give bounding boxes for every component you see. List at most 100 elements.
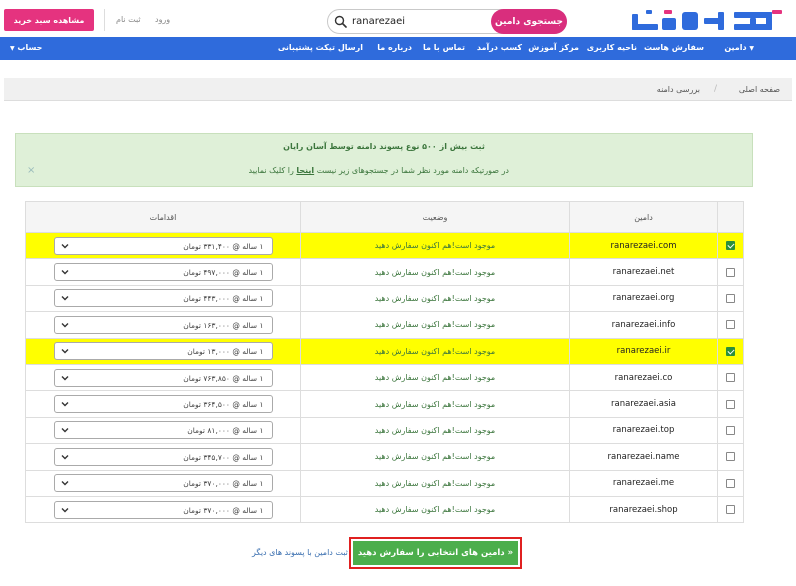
domain-search-input[interactable]: [352, 14, 488, 29]
domain-checkbox[interactable]: [726, 293, 735, 303]
nav-about[interactable]: درباره ما: [377, 43, 412, 52]
breadcrumb-current: بررسی دامنه: [656, 85, 700, 94]
period-price-select[interactable]: ۱ ساله @ ۷۶۳,۸۵۰ تومان: [53, 368, 273, 387]
row-actions-cell: ۱ ساله @ ۴۹۷,۰۰۰ تومان: [25, 258, 301, 286]
domain-checkbox[interactable]: [726, 399, 735, 409]
main-nav: دامین ▼ سفارش هاست ناحیه کاربری مرکز آمو…: [0, 37, 796, 60]
row-checkbox-cell: [717, 443, 744, 471]
row-domain-cell: ranarezaei.net: [569, 258, 718, 286]
nav-ticket[interactable]: ارسال تیکت پشتیبانی: [278, 43, 363, 52]
search-icon: [334, 15, 347, 28]
period-price-select[interactable]: ۱ ساله @ ۳۳۱,۴۰۰ تومان: [53, 236, 273, 255]
nav-contact[interactable]: تماس با ما: [423, 43, 465, 52]
header-checkbox: [717, 201, 744, 233]
table-row: ۱ ساله @ ۳۷۰,۰۰۰ تومان موجود است!هم اکنون…: [25, 495, 744, 524]
header-status: وضعیت: [300, 201, 570, 233]
site-header: جستجوی دامین ورود ثبت نام مشاهده سبد خری…: [0, 0, 796, 37]
period-price-select[interactable]: ۱ ساله @ ۳۶۴,۵۰۰ تومان: [53, 395, 273, 414]
site-logo[interactable]: [622, 6, 784, 32]
table-row: ۱ ساله @ ۳۳۱,۴۰۰ تومان موجود است!هم اکنون…: [25, 231, 744, 260]
row-checkbox-cell: [717, 390, 744, 418]
view-cart-button[interactable]: مشاهده سبد خرید: [4, 9, 94, 31]
order-selected-domains-button[interactable]: دامین های انتخابی را سفارش دهید »: [353, 541, 518, 565]
domain-checkbox[interactable]: [726, 241, 735, 251]
row-actions-cell: ۱ ساله @ ۳۶۴,۵۰۰ تومان: [25, 390, 301, 418]
row-actions-cell: ۱ ساله @ ۳۴۵,۷۰۰ تومان: [25, 443, 301, 471]
nav-account[interactable]: ▼ حساب: [10, 43, 42, 52]
row-status-cell: موجود است!هم اکنون سفارش دهید: [300, 416, 570, 445]
nav-user-area[interactable]: ناحیه کاربری: [587, 43, 637, 52]
period-price-select[interactable]: ۱ ساله @ ۳۷۰,۰۰۰ تومان: [53, 500, 273, 519]
breadcrumb-separator: /: [713, 84, 717, 94]
availability-status: موجود است!هم اکنون سفارش دهید: [374, 452, 496, 462]
period-price-value: ۱ ساله @ ۱۶۳,۰۰۰ تومان: [183, 320, 264, 330]
row-status-cell: موجود است!هم اکنون سفارش دهید: [300, 469, 570, 497]
domain-search-button[interactable]: جستجوی دامین: [491, 9, 567, 34]
period-price-select[interactable]: ۱ ساله @ ۱۳,۰۰۰ تومان: [53, 342, 273, 361]
period-price-value: ۱ ساله @ ۳۳۱,۴۰۰ تومان: [183, 241, 264, 251]
row-checkbox-cell: [717, 495, 744, 524]
period-price-value: ۱ ساله @ ۳۷۰,۰۰۰ تومان: [183, 479, 264, 489]
domain-name: ranarezaei.top: [612, 425, 675, 436]
domain-checkbox[interactable]: [726, 425, 735, 435]
row-actions-cell: ۱ ساله @ ۳۳۱,۴۰۰ تومان: [25, 231, 301, 260]
chevron-down-icon: [61, 243, 68, 249]
row-actions-cell: ۱ ساله @ ۸۱,۰۰۰ تومان: [25, 416, 301, 445]
domain-name: ranarezaei.shop: [609, 504, 678, 515]
period-price-value: ۱ ساله @ ۴۹۷,۰۰۰ تومان: [183, 268, 264, 278]
row-domain-cell: ranarezaei.co: [569, 363, 718, 392]
domain-name: ranarezaei.net: [612, 267, 675, 278]
domain-checkbox[interactable]: [726, 320, 735, 330]
row-domain-cell: ranarezaei.info: [569, 311, 718, 339]
period-price-select[interactable]: ۱ ساله @ ۱۶۳,۰۰۰ تومان: [53, 315, 273, 334]
domain-checkbox[interactable]: [726, 478, 735, 488]
chevron-down-icon: [61, 349, 68, 354]
login-link[interactable]: ورود: [155, 15, 170, 24]
availability-status: موجود است!هم اکنون سفارش دهید: [374, 293, 496, 303]
row-actions-cell: ۱ ساله @ ۳۷۰,۰۰۰ تومان: [25, 495, 301, 524]
row-status-cell: موجود است!هم اکنون سفارش دهید: [300, 363, 570, 392]
nav-training[interactable]: مرکز آموزش: [528, 43, 579, 52]
row-domain-cell: ranarezaei.shop: [569, 495, 718, 524]
other-extensions-link[interactable]: ثبت دامین با پسوند های دیگر: [252, 548, 348, 557]
domain-name: ranarezaei.ir: [616, 346, 671, 357]
period-price-select[interactable]: ۱ ساله @ ۴۹۷,۰۰۰ تومان: [53, 263, 273, 282]
domain-name: ranarezaei.me: [612, 478, 675, 489]
row-domain-cell: ranarezaei.com: [569, 231, 718, 260]
nav-earn[interactable]: کسب درآمد: [477, 43, 522, 52]
nav-domain[interactable]: دامین ▼: [724, 43, 754, 52]
availability-status: موجود است!هم اکنون سفارش دهید: [374, 505, 496, 515]
period-price-select[interactable]: ۱ ساله @ ۴۴۳,۰۰۰ تومان: [53, 289, 273, 308]
chevron-down-icon: [61, 507, 68, 513]
chevron-down-icon: [61, 322, 68, 328]
domain-checkbox[interactable]: [726, 505, 735, 515]
alert-here-link[interactable]: اینجا: [296, 166, 314, 175]
period-price-select[interactable]: ۱ ساله @ ۳۴۵,۷۰۰ تومان: [53, 447, 273, 466]
domain-checkbox[interactable]: [726, 452, 735, 462]
table-row: ۱ ساله @ ۱۶۳,۰۰۰ تومان موجود است!هم اکنون…: [25, 311, 744, 339]
table-row: ۱ ساله @ ۷۶۳,۸۵۰ تومان موجود است!هم اکنون…: [25, 363, 744, 392]
breadcrumb-home[interactable]: صفحه اصلی: [739, 85, 780, 94]
domain-checkbox[interactable]: [726, 346, 735, 356]
row-checkbox-cell: [717, 363, 744, 392]
period-price-value: ۱ ساله @ ۳۷۰,۰۰۰ تومان: [183, 505, 264, 515]
chevron-down-icon: [61, 454, 68, 460]
table-header-row: اقدامات وضعیت دامین: [25, 201, 744, 233]
row-status-cell: موجود است!هم اکنون سفارش دهید: [300, 443, 570, 471]
domain-name: ranarezaei.co: [614, 372, 673, 383]
period-price-select[interactable]: ۱ ساله @ ۸۱,۰۰۰ تومان: [53, 421, 273, 440]
domain-name: ranarezaei.info: [611, 319, 676, 330]
order-button-highlight: دامین های انتخابی را سفارش دهید »: [349, 537, 522, 569]
row-checkbox-cell: [717, 258, 744, 286]
chevron-down-icon: [61, 402, 68, 407]
row-checkbox-cell: [717, 311, 744, 339]
table-row: ۱ ساله @ ۸۱,۰۰۰ تومان موجود است!هم اکنون …: [25, 416, 744, 445]
domain-checkbox[interactable]: [726, 267, 735, 277]
close-icon[interactable]: ×: [27, 165, 35, 176]
table-row: ۱ ساله @ ۴۹۷,۰۰۰ تومان موجود است!هم اکنون…: [25, 258, 744, 286]
period-price-select[interactable]: ۱ ساله @ ۳۷۰,۰۰۰ تومان: [53, 474, 273, 493]
row-domain-cell: ranarezaei.me: [569, 469, 718, 497]
domain-checkbox[interactable]: [726, 373, 735, 383]
nav-hosting[interactable]: سفارش هاست: [644, 43, 704, 52]
register-link[interactable]: ثبت نام: [116, 15, 141, 24]
